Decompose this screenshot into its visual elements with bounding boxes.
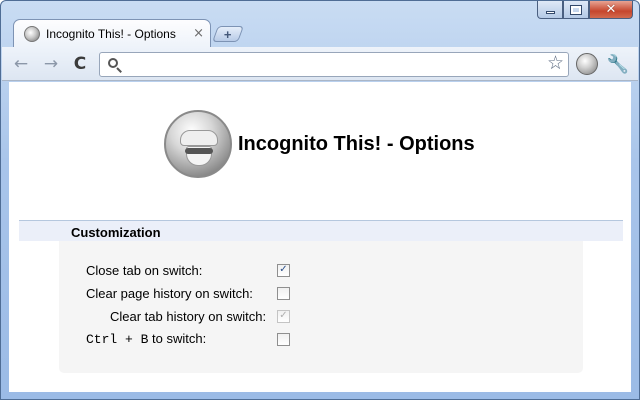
page-header: Incognito This! - Options <box>164 110 475 178</box>
shortcut-switch-checkbox[interactable] <box>277 332 290 346</box>
reload-button[interactable]: C <box>69 53 91 75</box>
option-label: Ctrl + B to switch: <box>86 331 206 347</box>
incognito-extension-icon[interactable] <box>576 53 598 75</box>
close-tab-checkbox[interactable]: ✓ <box>277 263 290 277</box>
clear-page-history-checkbox[interactable] <box>277 286 290 300</box>
search-icon <box>107 57 123 73</box>
page-content: Incognito This! - Options Customization … <box>9 82 631 392</box>
browser-window: ✕ Incognito This! - Options × + ← → C ☆ … <box>0 0 640 400</box>
wrench-menu-icon[interactable]: 🔧 <box>606 53 630 75</box>
new-tab-button[interactable]: + <box>212 26 244 42</box>
tab-title: Incognito This! - Options <box>46 26 176 41</box>
plus-icon: + <box>224 26 232 42</box>
minimize-icon <box>545 10 555 14</box>
maximize-icon <box>570 4 582 15</box>
omnibox[interactable]: ☆ <box>99 52 569 77</box>
title-bar: ✕ Incognito This! - Options × + <box>1 1 639 47</box>
tab-options[interactable]: Incognito This! - Options × <box>13 19 211 47</box>
minimize-button[interactable] <box>537 1 563 19</box>
toolbar: ← → C ☆ 🔧 <box>2 47 638 81</box>
maximize-button[interactable] <box>563 1 589 19</box>
globe-icon <box>24 25 40 42</box>
shortcut-code: Ctrl + B <box>86 332 149 347</box>
tab-close-icon[interactable]: × <box>193 26 204 41</box>
back-button[interactable]: ← <box>10 53 32 75</box>
shortcut-suffix: to switch: <box>148 331 207 346</box>
bookmark-star-icon[interactable]: ☆ <box>547 54 564 73</box>
page-title: Incognito This! - Options <box>238 132 475 155</box>
forward-button[interactable]: → <box>40 53 62 75</box>
option-label: Close tab on switch: <box>86 262 203 278</box>
window-controls: ✕ <box>537 1 633 19</box>
option-label: Clear page history on switch: <box>86 285 253 301</box>
clear-tab-history-checkbox[interactable]: ✓ <box>277 309 290 323</box>
section-header-customization: Customization <box>19 220 623 241</box>
option-label: Clear tab history on switch: <box>110 308 267 324</box>
close-window-button[interactable]: ✕ <box>589 1 633 19</box>
address-input[interactable] <box>128 56 528 74</box>
options-panel: Close tab on switch: ✓ Clear page histor… <box>59 241 583 373</box>
close-icon: ✕ <box>605 2 617 17</box>
incognito-logo-icon <box>164 110 232 178</box>
